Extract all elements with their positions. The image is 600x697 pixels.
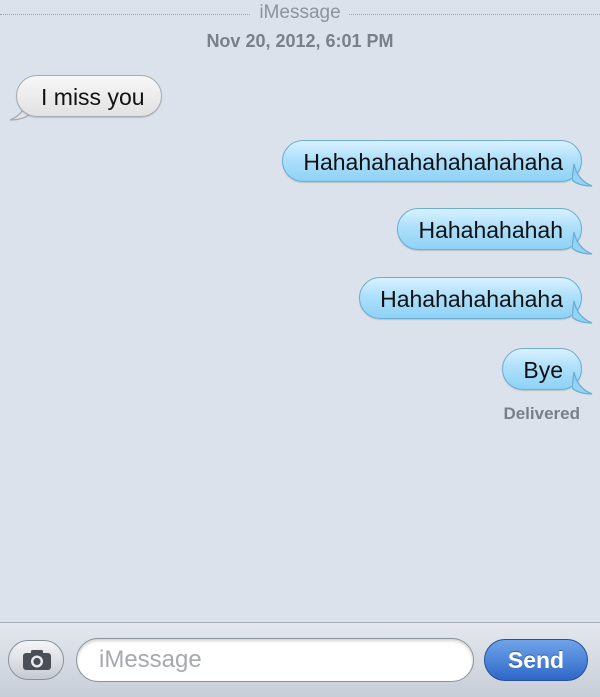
message-bubble-sent: Hahahahahahaha — [359, 277, 582, 319]
service-label: iMessage — [0, 2, 600, 24]
sent-bubble-tail — [572, 300, 593, 324]
message-bubble-received: I miss you — [16, 75, 162, 117]
service-label-text: iMessage — [251, 2, 349, 23]
sent-bubble-tail — [572, 163, 593, 187]
message-bubble-sent: Hahahahahah — [397, 208, 582, 250]
camera-icon — [23, 650, 51, 670]
send-button[interactable]: Send — [484, 639, 588, 681]
camera-button[interactable] — [8, 640, 64, 680]
timestamp: Nov 20, 2012, 6:01 PM — [206, 31, 394, 51]
message-bubble-sent: Bye — [502, 348, 582, 390]
composer-bar: iMessage Send — [0, 622, 600, 697]
sent-bubble-tail — [572, 231, 593, 255]
message-input[interactable]: iMessage — [76, 638, 474, 682]
message-bubble-sent: Hahahahahahahahahaha — [282, 140, 582, 182]
message-thread: iMessage Nov 20, 2012, 6:01 PM I miss yo… — [0, 0, 600, 622]
sent-bubble-tail — [572, 371, 593, 395]
delivery-status: Delivered — [503, 404, 580, 423]
